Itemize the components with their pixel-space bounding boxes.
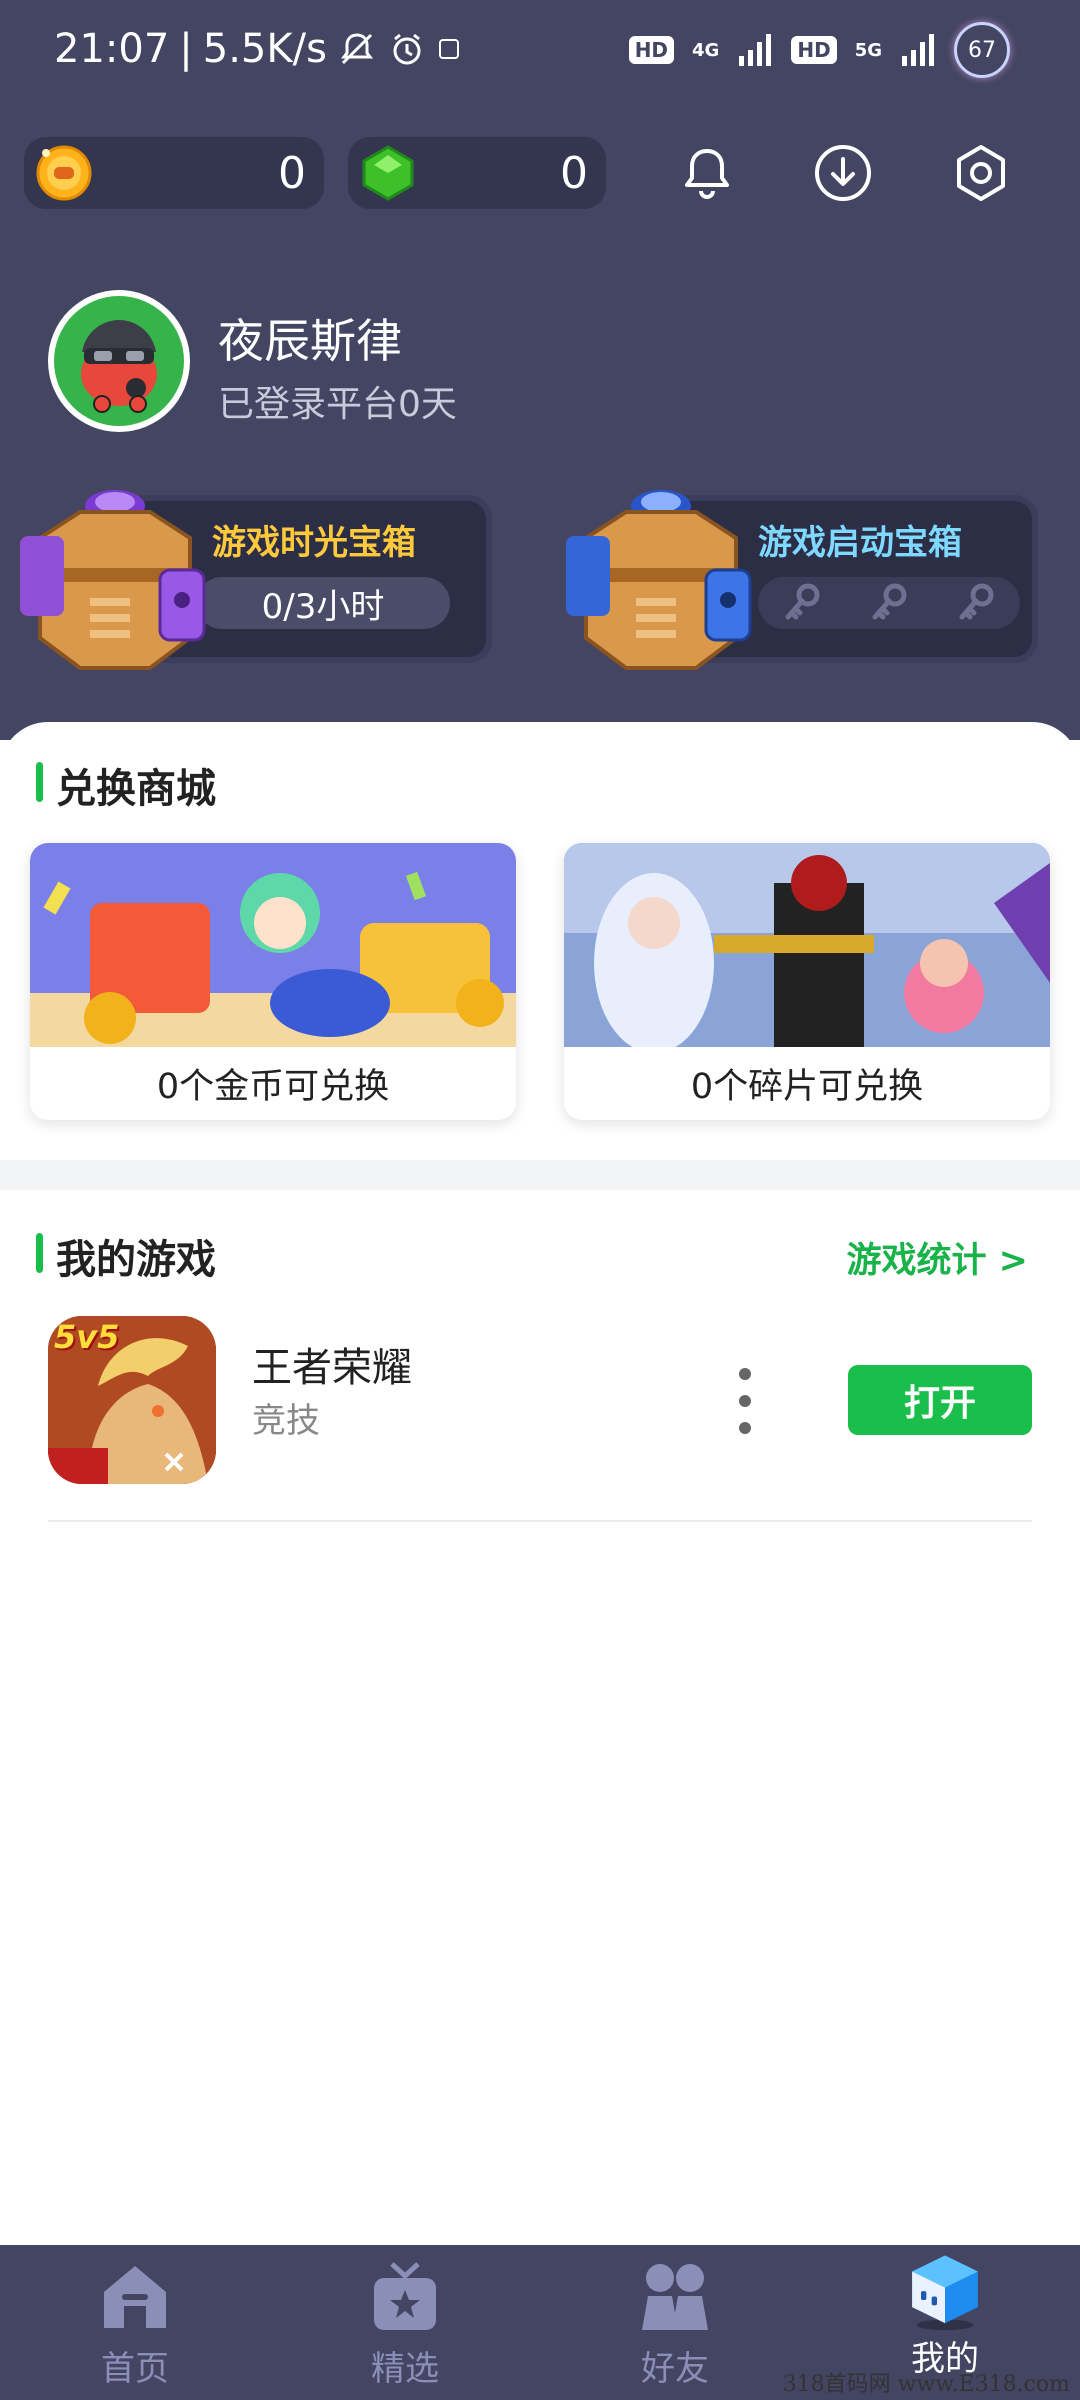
game-stats-link[interactable]: 游戏统计 > (846, 1232, 1028, 1283)
signal-icon (739, 34, 772, 66)
hd-badge-2: HD (791, 36, 837, 64)
signal-icon-2 (902, 34, 934, 66)
username: 夜辰斯律 (218, 314, 402, 368)
coin-exchange-card[interactable]: 0个金币可兑换 (30, 843, 516, 1120)
mine-icon (912, 2255, 978, 2331)
key-icon (872, 583, 907, 620)
friends-icon (642, 2264, 708, 2330)
coin-count: 0 (278, 147, 306, 199)
tab-home-label: 首页 (101, 2349, 169, 2389)
more-options-icon[interactable] (730, 1368, 760, 1434)
game-name: 王者荣耀 (252, 1345, 412, 1391)
tab-featured[interactable]: 精选 (305, 2245, 505, 2400)
tab-friends-label: 好友 (641, 2349, 709, 2389)
tab-featured-label: 精选 (371, 2349, 439, 2389)
gear-icon (957, 145, 1005, 201)
time-chest-progress: 0/3小时 (196, 577, 450, 629)
watermark: 318首码网 www.E318.com (782, 2372, 1070, 2397)
shard-exchange-card[interactable]: 0个碎片可兑换 (564, 843, 1050, 1120)
open-game-button[interactable]: 打开 (848, 1365, 1032, 1435)
game-category: 竞技 (252, 1401, 320, 1441)
mute-bell-icon (340, 33, 373, 65)
key-icon (959, 583, 994, 620)
key-icon (785, 583, 820, 620)
status-speed: 5.5K/s (202, 26, 327, 72)
gem-wallet[interactable]: 0 (348, 137, 606, 209)
alarm-icon (393, 33, 421, 65)
tab-friends[interactable]: 好友 (575, 2245, 775, 2400)
download-icon (815, 145, 871, 201)
section-divider (0, 1160, 1080, 1190)
tab-home[interactable]: 首页 (35, 2245, 235, 2400)
coin-exchange-label: 0个金币可兑换 (156, 1067, 390, 1107)
avatar[interactable] (48, 290, 190, 432)
time-chest-title: 游戏时光宝箱 (212, 523, 416, 563)
network-4g: 4G (692, 39, 720, 61)
featured-icon (374, 2262, 436, 2330)
status-time: 21:07 (54, 26, 170, 72)
battery-indicator: 67 (954, 22, 1010, 78)
gem-count: 0 (560, 147, 588, 199)
home-icon (104, 2266, 166, 2328)
gem-icon (362, 145, 414, 201)
section-marker (36, 1233, 43, 1273)
launch-chest-keys (758, 577, 1020, 629)
settings-button[interactable] (946, 138, 1016, 208)
coin-icon (36, 145, 92, 201)
shard-exchange-banner (564, 843, 1050, 1047)
exchange-title: 兑换商城 (56, 766, 216, 812)
coin-exchange-banner (30, 843, 516, 1047)
hd-badge: HD (628, 36, 675, 64)
game-app-icon[interactable]: 5v5 (48, 1316, 216, 1484)
purple-chest-icon (20, 490, 206, 670)
nfc-icon (438, 39, 459, 59)
shard-exchange-label: 0个碎片可兑换 (690, 1067, 924, 1107)
game-badge: 5v5 (54, 1318, 120, 1356)
section-marker (36, 762, 43, 802)
row-divider (48, 1520, 1032, 1522)
network-5g: 5G (854, 39, 882, 61)
coin-wallet[interactable]: 0 (24, 137, 324, 209)
blue-chest-icon (566, 490, 752, 670)
bell-icon (685, 149, 729, 199)
status-bar: 21:07 | 5.5K/s HD 4G HD 5G 67 (0, 0, 1080, 100)
notification-button[interactable] (672, 138, 742, 208)
launch-chest-title: 游戏启动宝箱 (758, 523, 962, 563)
login-days-text: 已登录平台0天 (218, 384, 457, 425)
my-games-title: 我的游戏 (56, 1237, 216, 1283)
avatar-character-icon (81, 320, 157, 413)
download-button[interactable] (808, 138, 878, 208)
